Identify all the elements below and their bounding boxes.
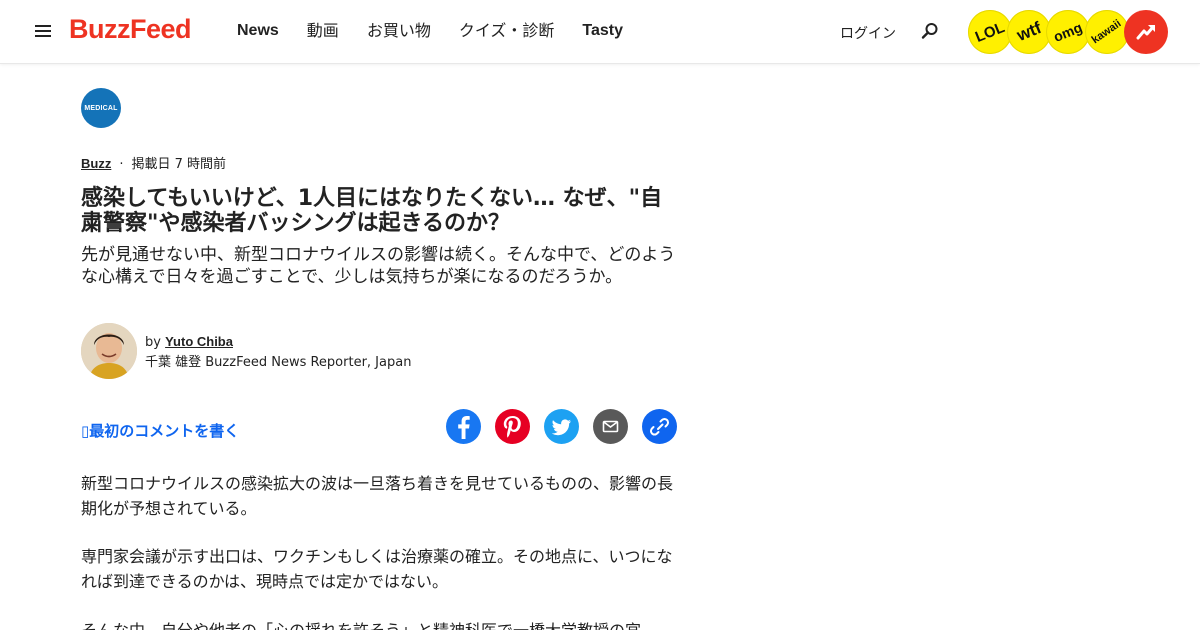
write-comment-link[interactable]: ▯最初のコメントを書く (81, 420, 239, 441)
badge-lol[interactable]: LOL (968, 10, 1012, 54)
published-time: 掲載日 7 時間前 (131, 157, 227, 172)
author-role: 千葉 雄登 BuzzFeed News Reporter, Japan (145, 355, 412, 370)
main-nav: News 動画 お買い物 クイズ・診断 Tasty (237, 20, 651, 42)
article-title: 感染してもいいけど、1人目にはなりたくない… なぜ、"自粛警察"や感染者バッシン… (81, 186, 663, 236)
badge-kawaii[interactable]: kawaii (1085, 10, 1129, 54)
author-name-link[interactable]: Yuto Chiba (165, 334, 233, 349)
author-byline: by Yuto Chiba (145, 334, 233, 350)
facebook-icon[interactable] (446, 409, 481, 444)
menu-icon[interactable] (35, 25, 51, 38)
trending-icon[interactable] (1124, 10, 1168, 54)
email-icon[interactable] (593, 409, 628, 444)
search-icon[interactable] (921, 22, 939, 40)
badge-wtf[interactable]: wtf (1007, 10, 1051, 54)
site-header: BuzzFeed News 動画 お買い物 クイズ・診断 Tasty ログイン … (0, 0, 1200, 64)
nav-tasty[interactable]: Tasty (582, 20, 623, 42)
article-description: 先が見通せない中、新型コロナウイルスの影響は続く。そんな中で、どのような心構えで… (81, 245, 676, 287)
author-avatar[interactable] (81, 323, 137, 379)
article-paragraph: 新型コロナウイルスの感染拡大の波は一旦落ち着きを見せているものの、影響の長期化が… (81, 474, 674, 518)
meta-separator: · (119, 157, 124, 172)
nav-video[interactable]: 動画 (307, 20, 339, 42)
nav-news[interactable]: News (237, 20, 279, 42)
login-link[interactable]: ログイン (840, 23, 896, 43)
link-icon[interactable] (642, 409, 677, 444)
category-link[interactable]: Buzz (81, 156, 111, 171)
article-paragraph: そんな中、自分や他者の「心の揺れを許そう」と精神科医で一橋大学教授の宮 (81, 618, 681, 630)
nav-quiz[interactable]: クイズ・診断 (459, 20, 555, 42)
nav-shopping[interactable]: お買い物 (367, 20, 431, 42)
article-meta: Buzz · 掲載日 7 時間前 (81, 153, 226, 172)
twitter-icon[interactable] (544, 409, 579, 444)
badge-omg[interactable]: omg (1046, 10, 1090, 54)
reaction-badges: LOL wtf omg kawaii (968, 10, 1168, 54)
article-paragraph: 専門家会議が示す出口は、ワクチンもしくは治療薬の確立。その地点に、いつになれば到… (81, 547, 673, 591)
pinterest-icon[interactable] (495, 409, 530, 444)
buzzfeed-logo[interactable]: BuzzFeed (69, 14, 192, 45)
medical-badge[interactable]: MEDICAL (81, 88, 121, 128)
